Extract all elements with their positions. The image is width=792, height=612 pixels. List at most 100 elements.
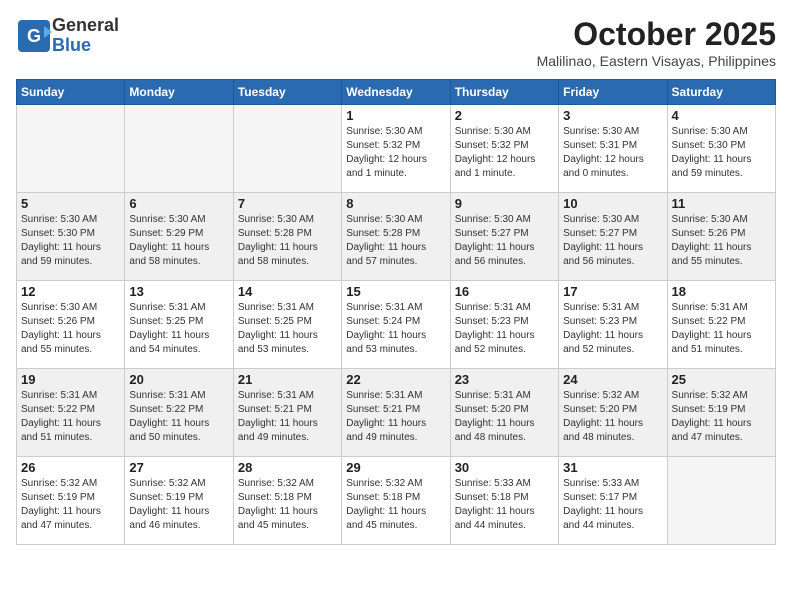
day-info: Sunrise: 5:31 AM Sunset: 5:23 PM Dayligh… <box>455 301 554 357</box>
day-number: 3 <box>563 108 662 123</box>
day-info: Sunrise: 5:31 AM Sunset: 5:22 PM Dayligh… <box>129 389 228 445</box>
day-info: Sunrise: 5:30 AM Sunset: 5:31 PM Dayligh… <box>563 125 662 181</box>
day-number: 8 <box>346 196 445 211</box>
calendar-cell: 24 Sunrise: 5:32 AM Sunset: 5:20 PM Dayli… <box>559 369 667 457</box>
day-info: Sunrise: 5:30 AM Sunset: 5:28 PM Dayligh… <box>238 213 337 269</box>
calendar-cell: 23 Sunrise: 5:31 AM Sunset: 5:20 PM Dayli… <box>450 369 558 457</box>
calendar-cell: 27 Sunrise: 5:32 AM Sunset: 5:19 PM Dayli… <box>125 457 233 545</box>
day-info: Sunrise: 5:30 AM Sunset: 5:30 PM Dayligh… <box>672 125 771 181</box>
calendar-cell: 11 Sunrise: 5:30 AM Sunset: 5:26 PM Dayli… <box>667 193 775 281</box>
title-block: October 2025 Malilinao, Eastern Visayas,… <box>537 16 776 69</box>
svg-text:G: G <box>27 26 41 46</box>
day-number: 24 <box>563 372 662 387</box>
calendar-cell: 29 Sunrise: 5:32 AM Sunset: 5:18 PM Dayli… <box>342 457 450 545</box>
day-info: Sunrise: 5:30 AM Sunset: 5:32 PM Dayligh… <box>455 125 554 181</box>
day-info: Sunrise: 5:33 AM Sunset: 5:17 PM Dayligh… <box>563 477 662 533</box>
day-number: 23 <box>455 372 554 387</box>
page-container: G General Blue October 2025 Malilinao, E… <box>0 0 792 555</box>
day-number: 5 <box>21 196 120 211</box>
calendar-cell: 9Sunrise: 5:30 AM Sunset: 5:27 PM Daylig… <box>450 193 558 281</box>
day-number: 14 <box>238 284 337 299</box>
day-info: Sunrise: 5:33 AM Sunset: 5:18 PM Dayligh… <box>455 477 554 533</box>
day-number: 28 <box>238 460 337 475</box>
calendar-week-row: 19 Sunrise: 5:31 AM Sunset: 5:22 PM Dayli… <box>17 369 776 457</box>
month-title: October 2025 <box>537 16 776 53</box>
day-info: Sunrise: 5:31 AM Sunset: 5:25 PM Dayligh… <box>129 301 228 357</box>
calendar-cell: 21Sunrise: 5:31 AM Sunset: 5:21 PM Dayli… <box>233 369 341 457</box>
logo-line2: Blue <box>52 36 119 56</box>
logo-text: General Blue <box>52 16 119 56</box>
day-number: 20 <box>129 372 228 387</box>
day-info: Sunrise: 5:30 AM Sunset: 5:26 PM Dayligh… <box>672 213 771 269</box>
weekday-header: Wednesday <box>342 80 450 105</box>
day-number: 13 <box>129 284 228 299</box>
calendar-cell: 30 Sunrise: 5:33 AM Sunset: 5:18 PM Dayli… <box>450 457 558 545</box>
calendar-cell: 1Sunrise: 5:30 AM Sunset: 5:32 PM Daylig… <box>342 105 450 193</box>
day-info: Sunrise: 5:32 AM Sunset: 5:19 PM Dayligh… <box>672 389 771 445</box>
calendar-cell: 28 Sunrise: 5:32 AM Sunset: 5:18 PM Dayli… <box>233 457 341 545</box>
day-number: 18 <box>672 284 771 299</box>
weekday-header: Tuesday <box>233 80 341 105</box>
calendar-cell: 17 Sunrise: 5:31 AM Sunset: 5:23 PM Dayli… <box>559 281 667 369</box>
day-info: Sunrise: 5:31 AM Sunset: 5:23 PM Dayligh… <box>563 301 662 357</box>
day-info: Sunrise: 5:30 AM Sunset: 5:32 PM Dayligh… <box>346 125 445 181</box>
calendar-cell: 8 Sunrise: 5:30 AM Sunset: 5:28 PM Daylig… <box>342 193 450 281</box>
day-number: 11 <box>672 196 771 211</box>
day-number: 29 <box>346 460 445 475</box>
calendar-body: 1Sunrise: 5:30 AM Sunset: 5:32 PM Daylig… <box>17 105 776 545</box>
day-info: Sunrise: 5:30 AM Sunset: 5:26 PM Dayligh… <box>21 301 120 357</box>
day-number: 7 <box>238 196 337 211</box>
calendar-week-row: 26 Sunrise: 5:32 AM Sunset: 5:19 PM Dayli… <box>17 457 776 545</box>
day-number: 10 <box>563 196 662 211</box>
location-title: Malilinao, Eastern Visayas, Philippines <box>537 53 776 69</box>
weekday-header: Friday <box>559 80 667 105</box>
calendar-cell <box>667 457 775 545</box>
calendar-table: SundayMondayTuesdayWednesdayThursdayFrid… <box>16 79 776 545</box>
page-header: G General Blue October 2025 Malilinao, E… <box>16 16 776 69</box>
calendar-cell: 15Sunrise: 5:31 AM Sunset: 5:24 PM Dayli… <box>342 281 450 369</box>
day-number: 9 <box>455 196 554 211</box>
calendar-cell: 10Sunrise: 5:30 AM Sunset: 5:27 PM Dayli… <box>559 193 667 281</box>
calendar-cell: 2Sunrise: 5:30 AM Sunset: 5:32 PM Daylig… <box>450 105 558 193</box>
day-number: 15 <box>346 284 445 299</box>
day-info: Sunrise: 5:31 AM Sunset: 5:20 PM Dayligh… <box>455 389 554 445</box>
day-number: 26 <box>21 460 120 475</box>
day-info: Sunrise: 5:32 AM Sunset: 5:19 PM Dayligh… <box>21 477 120 533</box>
calendar-cell: 12 Sunrise: 5:30 AM Sunset: 5:26 PM Dayli… <box>17 281 125 369</box>
day-number: 6 <box>129 196 228 211</box>
calendar-cell: 25 Sunrise: 5:32 AM Sunset: 5:19 PM Dayli… <box>667 369 775 457</box>
weekday-row: SundayMondayTuesdayWednesdayThursdayFrid… <box>17 80 776 105</box>
day-number: 19 <box>21 372 120 387</box>
day-info: Sunrise: 5:31 AM Sunset: 5:22 PM Dayligh… <box>672 301 771 357</box>
calendar-cell <box>17 105 125 193</box>
day-number: 21 <box>238 372 337 387</box>
day-number: 30 <box>455 460 554 475</box>
calendar-cell: 7 Sunrise: 5:30 AM Sunset: 5:28 PM Daylig… <box>233 193 341 281</box>
logo-line1: General <box>52 16 119 36</box>
calendar-cell: 4Sunrise: 5:30 AM Sunset: 5:30 PM Daylig… <box>667 105 775 193</box>
day-info: Sunrise: 5:31 AM Sunset: 5:25 PM Dayligh… <box>238 301 337 357</box>
day-number: 25 <box>672 372 771 387</box>
day-info: Sunrise: 5:31 AM Sunset: 5:21 PM Dayligh… <box>346 389 445 445</box>
day-number: 17 <box>563 284 662 299</box>
day-info: Sunrise: 5:32 AM Sunset: 5:18 PM Dayligh… <box>346 477 445 533</box>
day-info: Sunrise: 5:32 AM Sunset: 5:18 PM Dayligh… <box>238 477 337 533</box>
day-info: Sunrise: 5:30 AM Sunset: 5:28 PM Dayligh… <box>346 213 445 269</box>
calendar-cell: 18 Sunrise: 5:31 AM Sunset: 5:22 PM Dayli… <box>667 281 775 369</box>
calendar-cell: 16Sunrise: 5:31 AM Sunset: 5:23 PM Dayli… <box>450 281 558 369</box>
day-number: 27 <box>129 460 228 475</box>
logo-icon: G <box>16 18 52 54</box>
day-info: Sunrise: 5:32 AM Sunset: 5:20 PM Dayligh… <box>563 389 662 445</box>
calendar-cell: 14 Sunrise: 5:31 AM Sunset: 5:25 PM Dayli… <box>233 281 341 369</box>
logo: G General Blue <box>16 16 119 56</box>
day-number: 12 <box>21 284 120 299</box>
day-info: Sunrise: 5:30 AM Sunset: 5:29 PM Dayligh… <box>129 213 228 269</box>
weekday-header: Saturday <box>667 80 775 105</box>
calendar-cell: 5 Sunrise: 5:30 AM Sunset: 5:30 PM Daylig… <box>17 193 125 281</box>
day-info: Sunrise: 5:30 AM Sunset: 5:30 PM Dayligh… <box>21 213 120 269</box>
calendar-cell: 26 Sunrise: 5:32 AM Sunset: 5:19 PM Dayli… <box>17 457 125 545</box>
calendar-cell: 20 Sunrise: 5:31 AM Sunset: 5:22 PM Dayli… <box>125 369 233 457</box>
day-info: Sunrise: 5:32 AM Sunset: 5:19 PM Dayligh… <box>129 477 228 533</box>
day-number: 22 <box>346 372 445 387</box>
calendar-cell: 3 Sunrise: 5:30 AM Sunset: 5:31 PM Daylig… <box>559 105 667 193</box>
